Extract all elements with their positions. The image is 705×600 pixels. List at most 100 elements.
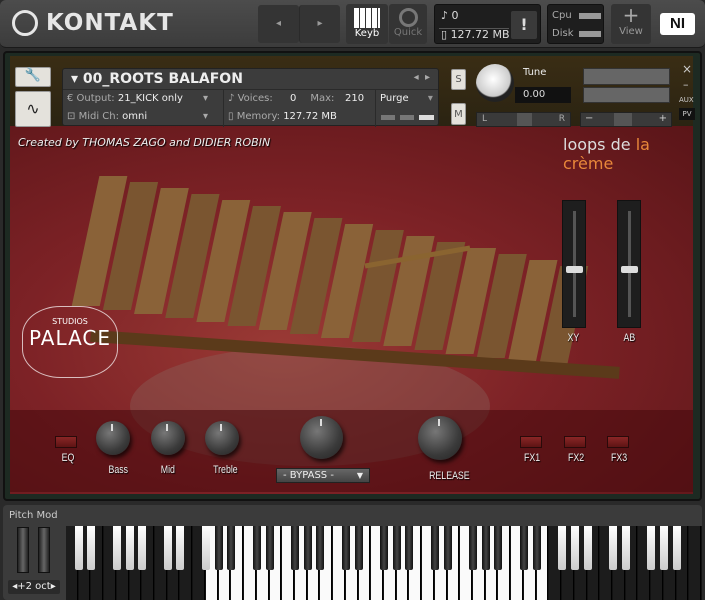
black-key[interactable]: [290, 526, 299, 570]
volume-handle: [614, 113, 632, 126]
quick-label: Quick: [393, 27, 423, 38]
black-key[interactable]: [430, 526, 439, 570]
warning-button[interactable]: !: [511, 11, 537, 39]
black-key[interactable]: [380, 526, 388, 570]
prev-rack-button[interactable]: ◂: [258, 5, 299, 43]
black-key[interactable]: [227, 526, 236, 570]
wrench-icon[interactable]: 🔧: [15, 67, 51, 87]
effect-type-dropdown[interactable]: - BYPASS - ▼: [276, 468, 370, 483]
black-key[interactable]: [558, 526, 567, 570]
black-key[interactable]: [125, 526, 134, 570]
solo-button[interactable]: S: [451, 69, 466, 90]
black-key[interactable]: [316, 526, 325, 570]
black-key[interactable]: [214, 526, 223, 570]
black-key[interactable]: [443, 526, 452, 570]
view-label: View: [619, 26, 643, 37]
instrument-nav-arrows[interactable]: ◂ ▸: [414, 72, 430, 83]
ab-slider[interactable]: [617, 200, 641, 328]
midi-channel-selector[interactable]: ⊡ Midi Ch: omni: [67, 111, 147, 122]
aux-button[interactable]: AUX: [679, 96, 694, 104]
black-key[interactable]: [532, 526, 541, 570]
status-display: ♪ 0 ▯ 127.72 MB !: [434, 4, 541, 44]
disk-bar: [579, 31, 601, 37]
loops-de-la-creme-logo: loops de la crème: [563, 135, 650, 173]
eq-button[interactable]: [55, 436, 77, 448]
instrument-name[interactable]: ▾ 00_ROOTS BALAFON: [71, 71, 243, 87]
mid-label: Mid: [160, 464, 175, 476]
fx3-button[interactable]: [607, 436, 629, 448]
black-key[interactable]: [354, 526, 363, 570]
black-key[interactable]: [265, 526, 274, 570]
black-key[interactable]: [469, 526, 478, 570]
xy-label: XY: [567, 332, 580, 344]
black-key[interactable]: [608, 526, 617, 570]
keyboard-toggle-button[interactable]: Keyb: [346, 4, 388, 44]
xy-slider-handle[interactable]: [566, 266, 583, 273]
fx2-button[interactable]: [564, 436, 586, 448]
output-selector[interactable]: € Output: 21_KICK only: [67, 93, 183, 104]
instrument-header: ▾ 00_ROOTS BALAFON ◂ ▸ € Output: 21_KICK…: [62, 68, 439, 127]
next-rack-button[interactable]: ▸: [299, 5, 340, 43]
black-key[interactable]: [519, 526, 528, 570]
black-key[interactable]: [341, 526, 350, 570]
black-key[interactable]: [481, 526, 490, 570]
fx1-label: FX1: [524, 452, 541, 464]
black-key[interactable]: [570, 526, 579, 570]
black-key[interactable]: [672, 526, 681, 570]
top-toolbar: KONTAKT ◂ ▸ Keyb Quick ♪ 0 ▯ 127.72 MB !…: [0, 0, 705, 48]
chevron-down-icon: ▼: [356, 471, 363, 480]
view-button[interactable]: + View: [611, 4, 651, 44]
level-meter-left: [583, 68, 670, 85]
close-icon[interactable]: ×: [682, 62, 692, 76]
octave-selector[interactable]: ◂+2 oct▸: [8, 580, 60, 594]
voices-count: ♪ 0: [441, 9, 459, 22]
black-key[interactable]: [74, 526, 83, 570]
black-key[interactable]: [176, 526, 185, 570]
pitch-wheel[interactable]: [17, 527, 29, 573]
pan-handle: [517, 113, 532, 126]
treble-knob[interactable]: [205, 421, 239, 455]
quick-load-button[interactable]: Quick: [389, 4, 427, 44]
bass-knob[interactable]: [96, 421, 130, 455]
black-key[interactable]: [201, 526, 210, 570]
white-key[interactable]: [689, 526, 701, 600]
tune-value[interactable]: 0.00: [515, 87, 571, 103]
mid-knob[interactable]: [151, 421, 185, 455]
xy-slider[interactable]: [562, 200, 586, 328]
volume-slider[interactable]: − +: [580, 112, 672, 127]
black-key[interactable]: [621, 526, 630, 570]
piano-keyboard[interactable]: [66, 526, 702, 600]
ab-slider-handle[interactable]: [621, 266, 638, 273]
tune-knob[interactable]: [476, 64, 514, 102]
quick-ring-icon: [398, 8, 418, 27]
treble-label: Treble: [213, 464, 238, 476]
waveform-icon[interactable]: ∿: [15, 91, 51, 127]
effect-knob[interactable]: [300, 416, 343, 459]
fx2-label: FX2: [568, 452, 585, 464]
pan-slider[interactable]: LR: [476, 112, 571, 127]
fx1-button[interactable]: [520, 436, 542, 448]
pv-button[interactable]: PV: [679, 108, 695, 120]
minimize-icon[interactable]: –: [683, 78, 689, 91]
black-key[interactable]: [112, 526, 121, 570]
piano-icon: [354, 8, 380, 28]
black-key[interactable]: [392, 526, 401, 570]
app-title: KONTAKT: [46, 10, 174, 36]
black-key[interactable]: [163, 526, 172, 570]
black-key[interactable]: [303, 526, 312, 570]
mod-wheel[interactable]: [38, 527, 50, 573]
credits-text: Created by THOMAS ZAGO and DIDIER ROBIN: [18, 136, 271, 149]
mute-button[interactable]: M: [451, 103, 466, 125]
black-key[interactable]: [252, 526, 261, 570]
black-key[interactable]: [494, 526, 503, 570]
black-key[interactable]: [138, 526, 147, 570]
black-key[interactable]: [583, 526, 592, 570]
cpu-label: Cpu: [552, 10, 572, 21]
release-knob[interactable]: [418, 416, 462, 460]
purge-menu[interactable]: Purge ▾: [380, 93, 433, 104]
black-key[interactable]: [647, 526, 656, 570]
black-key[interactable]: [87, 526, 96, 570]
max-voices-value[interactable]: 210: [345, 93, 364, 104]
black-key[interactable]: [659, 526, 668, 570]
black-key[interactable]: [405, 526, 414, 570]
